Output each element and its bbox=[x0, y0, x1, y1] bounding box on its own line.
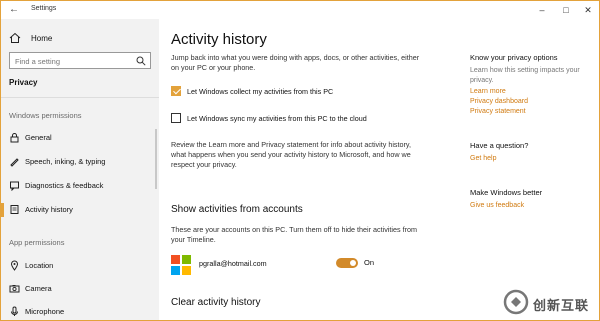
sidebar-item-general[interactable]: General bbox=[1, 129, 155, 147]
sidebar-item-camera[interactable]: Camera bbox=[1, 280, 155, 298]
account-toggle[interactable] bbox=[336, 258, 358, 268]
checkbox-checked[interactable] bbox=[171, 86, 181, 96]
title-bar: ← Settings – □ ✕ bbox=[1, 1, 599, 19]
category-title: Privacy bbox=[9, 78, 38, 87]
back-arrow-icon[interactable]: ← bbox=[7, 4, 21, 16]
sync-activities-checkbox[interactable]: Let Windows sync my activities from this… bbox=[171, 112, 367, 124]
search-icon[interactable] bbox=[136, 56, 146, 66]
search-placeholder: Find a setting bbox=[15, 57, 61, 66]
sidebar-item-label: Diagnostics & feedback bbox=[25, 181, 104, 190]
sidebar: Home Find a setting Privacy Windows perm… bbox=[1, 19, 159, 320]
sidebar-item-label: Speech, inking, & typing bbox=[25, 157, 106, 166]
account-email: pgralla@hotmail.com bbox=[199, 259, 267, 268]
sidebar-item-activity-history[interactable]: Activity history bbox=[1, 201, 155, 219]
lock-icon bbox=[9, 132, 20, 143]
sidebar-home[interactable]: Home bbox=[9, 31, 149, 45]
learn-more-link[interactable]: Learn more bbox=[470, 88, 506, 95]
sidebar-item-diagnostics[interactable]: Diagnostics & feedback bbox=[1, 177, 155, 195]
sidebar-item-label: General bbox=[25, 133, 52, 142]
sidebar-item-label: Camera bbox=[25, 284, 52, 293]
checkbox-label: Let Windows sync my activities from this… bbox=[187, 113, 367, 123]
section-app-permissions: App permissions bbox=[9, 238, 65, 247]
privacy-dashboard-link[interactable]: Privacy dashboard bbox=[470, 98, 528, 105]
sidebar-item-label: Microphone bbox=[25, 307, 65, 316]
accounts-section-title: Show activities from accounts bbox=[171, 204, 303, 215]
checkbox-unchecked[interactable] bbox=[171, 113, 181, 123]
page-title: Activity history bbox=[171, 31, 267, 48]
clear-history-title: Clear activity history bbox=[171, 297, 261, 308]
toggle-knob bbox=[350, 260, 356, 266]
watermark: 创新互联 bbox=[503, 287, 599, 317]
window-title: Settings bbox=[31, 5, 57, 12]
privacy-statement-link[interactable]: Privacy statement bbox=[470, 108, 526, 115]
sidebar-item-location[interactable]: Location bbox=[1, 257, 155, 275]
sidebar-item-label: Activity history bbox=[25, 205, 73, 214]
home-icon bbox=[9, 32, 21, 44]
search-input[interactable]: Find a setting bbox=[9, 52, 151, 69]
intro-text: Jump back into what you were doing with … bbox=[171, 53, 420, 72]
sidebar-divider bbox=[1, 97, 159, 98]
watermark-text: 创新互联 bbox=[533, 298, 590, 313]
microphone-icon bbox=[9, 306, 20, 317]
watermark-logo-icon bbox=[503, 289, 529, 315]
toggle-state-label: On bbox=[364, 258, 375, 267]
make-windows-better-heading: Make Windows better bbox=[470, 188, 543, 197]
account-row: pgralla@hotmail.com bbox=[171, 255, 391, 277]
pen-icon bbox=[9, 156, 20, 167]
maximize-icon[interactable]: □ bbox=[557, 3, 575, 17]
feedback-icon bbox=[9, 180, 20, 192]
sidebar-item-label: Location bbox=[25, 261, 54, 270]
get-help-link[interactable]: Get help bbox=[470, 155, 496, 162]
active-indicator bbox=[1, 203, 4, 217]
camera-icon bbox=[9, 283, 20, 294]
settings-window: ← Settings – □ ✕ Home Find a setting Pri… bbox=[0, 0, 600, 321]
give-feedback-link[interactable]: Give us feedback bbox=[470, 202, 524, 209]
collect-activities-checkbox[interactable]: Let Windows collect my activities from t… bbox=[171, 85, 333, 97]
sidebar-item-microphone[interactable]: Microphone bbox=[1, 303, 155, 320]
sidebar-scrollbar[interactable] bbox=[155, 129, 157, 189]
privacy-options-heading: Know your privacy options bbox=[470, 53, 558, 62]
section-windows-permissions: Windows permissions bbox=[9, 111, 82, 120]
close-icon[interactable]: ✕ bbox=[579, 3, 597, 17]
question-heading: Have a question? bbox=[470, 141, 529, 150]
minimize-icon[interactable]: – bbox=[533, 3, 551, 17]
microsoft-logo-icon bbox=[171, 255, 191, 275]
sidebar-item-speech[interactable]: Speech, inking, & typing bbox=[1, 153, 155, 171]
accounts-description: These are your accounts on this PC. Turn… bbox=[171, 225, 417, 244]
review-text: Review the Learn more and Privacy statem… bbox=[171, 140, 411, 169]
checkbox-label: Let Windows collect my activities from t… bbox=[187, 86, 334, 96]
privacy-options-text: Learn how this setting impacts your priv… bbox=[470, 67, 580, 84]
location-icon bbox=[9, 260, 20, 271]
activity-history-icon bbox=[9, 204, 20, 215]
main-content: Activity history Jump back into what you… bbox=[159, 19, 599, 320]
home-label: Home bbox=[31, 33, 53, 43]
